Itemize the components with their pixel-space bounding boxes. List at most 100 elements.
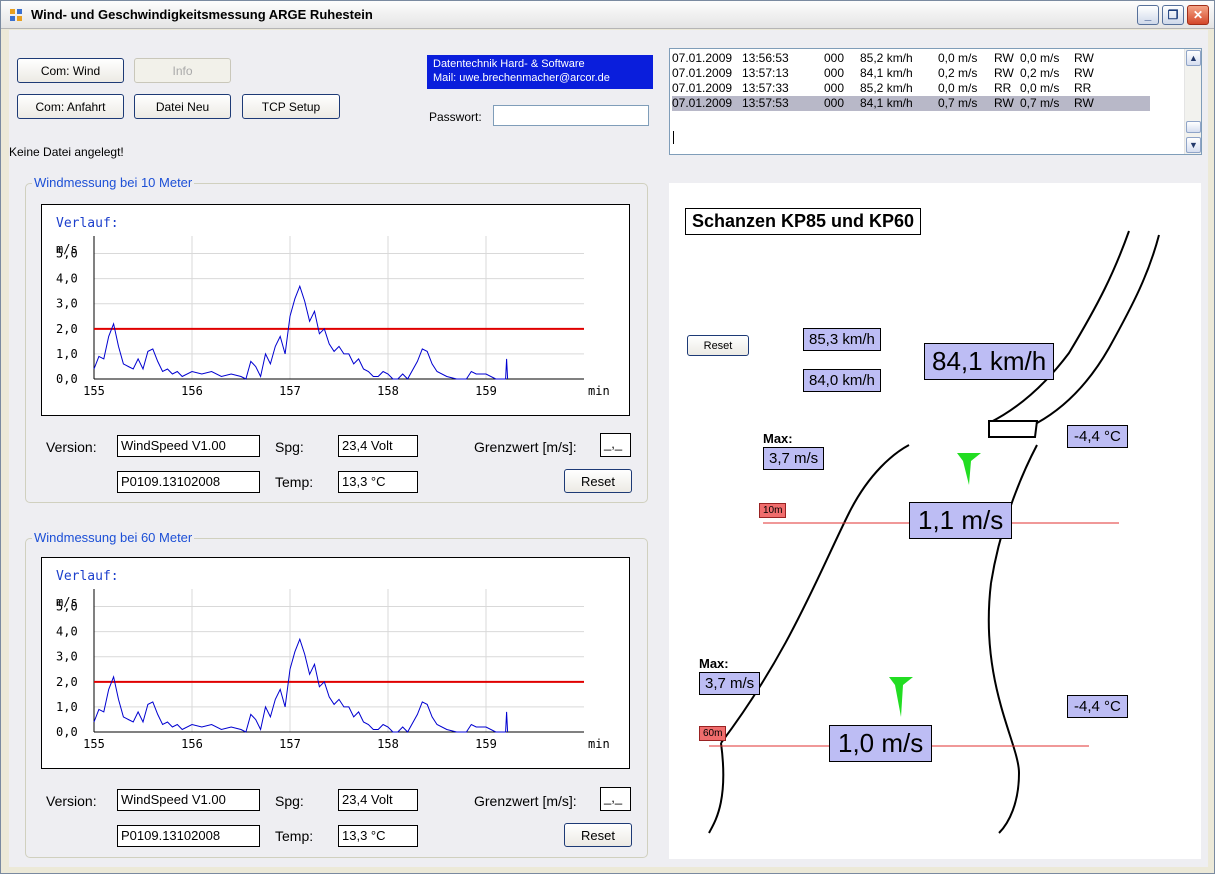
spg-field-10m: 23,4 Volt (338, 435, 418, 457)
log-cell-dir1: RR (994, 81, 1012, 95)
info-button[interactable]: Info (134, 58, 231, 83)
chart-wind-10m: Verlauf: m/s min 0,0 1,0 2,0 3,0 4,0 5,0 155 156 15… (41, 204, 630, 416)
scroll-thumb[interactable] (1186, 121, 1201, 133)
version-field-10m: WindSpeed V1.00 (117, 435, 260, 457)
x-tick-label: 155 (83, 384, 105, 398)
main-panel: Com: Wind Info Com: Anfahrt Datei Neu TC… (9, 30, 1208, 867)
log-cell-wind1: 0,7 m/s (938, 96, 978, 110)
y-tick-label: 4,0 (56, 625, 78, 639)
takeoff-table (988, 420, 1039, 438)
grenzwert-input-10m[interactable]: _,_ (600, 433, 631, 457)
log-listbox[interactable]: 07.01.2009 13:56:53 000 85,2 km/h 0,0 m/s RW 0… (669, 48, 1202, 155)
title-bar[interactable]: Wind- und Geschwindigkeitsmessung ARGE R… (1, 1, 1214, 29)
version-field-60m: WindSpeed V1.00 (117, 789, 260, 811)
x-tick-label: 159 (475, 384, 497, 398)
app-window: Wind- und Geschwindigkeitsmessung ARGE R… (0, 0, 1215, 874)
log-row[interactable]: 07.01.2009 13:56:53 000 85,2 km/h 0,0 m/s RW 0… (672, 51, 1150, 66)
log-cell-time: 13:57:53 (742, 96, 789, 110)
log-row[interactable]: 07.01.2009 13:57:33 000 85,2 km/h 0,0 m/s RR 0… (672, 81, 1150, 96)
x-tick-label: 158 (377, 384, 399, 398)
log-cell-wind1: 0,2 m/s (938, 66, 978, 80)
max-label-60m: Max: (699, 656, 729, 671)
log-cell-code: 000 (824, 66, 845, 80)
log-cell-date: 07.01.2009 (672, 51, 733, 65)
log-cell-speed: 84,1 km/h (860, 96, 913, 110)
version-label-10m: Version: (46, 439, 97, 455)
com-anfahrt-button[interactable]: Com: Anfahrt (17, 94, 124, 119)
y-tick-label: 2,0 (56, 322, 78, 336)
password-input[interactable] (493, 105, 649, 126)
log-cell-time: 13:56:53 (742, 51, 789, 65)
text-cursor (673, 131, 674, 144)
height-marker-60m: 60m (699, 726, 727, 741)
close-button[interactable]: ✕ (1187, 5, 1209, 25)
log-cell-dir2: RW (1074, 96, 1094, 110)
grenzwert-label-10m: Grenzwert [m/s]: (474, 439, 577, 455)
log-cell-wind2: 0,7 m/s (1020, 96, 1060, 110)
wind-value-10m: 1,1 m/s (909, 502, 1013, 539)
scroll-up-button[interactable]: ▲ (1186, 50, 1201, 66)
log-cell-wind2: 0,0 m/s (1020, 81, 1060, 95)
grenzwert-label-60m: Grenzwert [m/s]: (474, 793, 577, 809)
hill-curve-left-top (720, 444, 910, 744)
log-cell-date: 07.01.2009 (672, 81, 733, 95)
x-tick-label: 155 (83, 737, 105, 751)
chart-title: Verlauf: (56, 569, 119, 584)
group-legend-10m: Windmessung bei 10 Meter (32, 175, 195, 190)
wind-arrow-down-10m (957, 453, 981, 485)
log-cell-wind2: 0,2 m/s (1020, 66, 1060, 80)
log-cell-time: 13:57:33 (742, 81, 789, 95)
wind-value-60m: 1,0 m/s (829, 725, 933, 762)
log-cell-date: 07.01.2009 (672, 96, 733, 110)
minimize-icon: _ (1144, 8, 1152, 22)
inrun-curve-inner (1036, 234, 1160, 424)
scene-reset-button[interactable]: Reset (687, 335, 749, 356)
log-cell-code: 000 (824, 96, 845, 110)
x-tick-label: 157 (279, 384, 301, 398)
datei-neu-button[interactable]: Datei Neu (134, 94, 231, 119)
y-tick-label: 3,0 (56, 297, 78, 311)
temp-label-60m: Temp: (275, 828, 314, 844)
height-marker-10m: 10m (759, 503, 787, 518)
close-icon: ✕ (1192, 8, 1204, 22)
grenzwert-input-60m[interactable]: _,_ (600, 787, 631, 811)
y-tick-label: 0,0 (56, 725, 78, 739)
temp-label-10m: Temp: (275, 474, 314, 490)
status-text: Keine Datei angelegt! (9, 145, 124, 159)
y-tick-label: 3,0 (56, 650, 78, 664)
y-tick-label: 5,0 (56, 247, 78, 261)
chart-svg-10m: Verlauf:m/smin0,01,02,03,04,05,0155 156 15… (56, 216, 610, 398)
minimize-button[interactable]: _ (1137, 5, 1159, 25)
restore-button[interactable]: ❐ (1162, 5, 1184, 25)
log-cell-dir2: RR (1074, 81, 1092, 95)
y-tick-label: 5,0 (56, 600, 78, 614)
serial-field-10m: P0109.13102008 (117, 471, 260, 493)
y-tick-label: 4,0 (56, 272, 78, 286)
ski-jump-scene: Schanzen KP85 und KP60 Reset 85,3 km/h 8… (669, 183, 1201, 859)
log-cell-time: 13:57:13 (742, 66, 789, 80)
log-cell-speed: 85,2 km/h (860, 81, 913, 95)
y-tick-label: 1,0 (56, 700, 78, 714)
log-cell-code: 000 (824, 81, 845, 95)
log-row[interactable]: 07.01.2009 13:57:13 000 84,1 km/h 0,2 m/s RW 0… (672, 66, 1150, 81)
window-title: Wind- und Geschwindigkeitsmessung ARGE R… (31, 7, 373, 22)
speed-previous-1: 85,3 km/h (803, 328, 881, 351)
log-row[interactable]: 07.01.2009 13:57:53 000 84,1 km/h 0,7 m/s RW 0… (672, 96, 1150, 111)
inrun-curve-outer (988, 230, 1130, 424)
tcp-setup-button[interactable]: TCP Setup (242, 94, 340, 119)
restore-icon: ❐ (1167, 8, 1179, 22)
max-label-10m: Max: (763, 431, 793, 446)
scroll-down-button[interactable]: ▼ (1186, 137, 1201, 153)
log-cell-wind1: 0,0 m/s (938, 51, 978, 65)
temp-field-60m: 13,3 °C (338, 825, 418, 847)
reset-button-60m[interactable]: Reset (564, 823, 632, 847)
log-cell-dir1: RW (994, 51, 1014, 65)
x-axis-label: min (588, 737, 610, 751)
reset-button-10m[interactable]: Reset (564, 469, 632, 493)
log-cell-wind2: 0,0 m/s (1020, 51, 1060, 65)
log-scrollbar[interactable]: ▲ ▼ (1184, 49, 1201, 154)
serial-field-60m: P0109.13102008 (117, 825, 260, 847)
chevron-down-icon: ▼ (1189, 140, 1198, 150)
com-wind-button[interactable]: Com: Wind (17, 58, 124, 83)
spg-field-60m: 23,4 Volt (338, 789, 418, 811)
